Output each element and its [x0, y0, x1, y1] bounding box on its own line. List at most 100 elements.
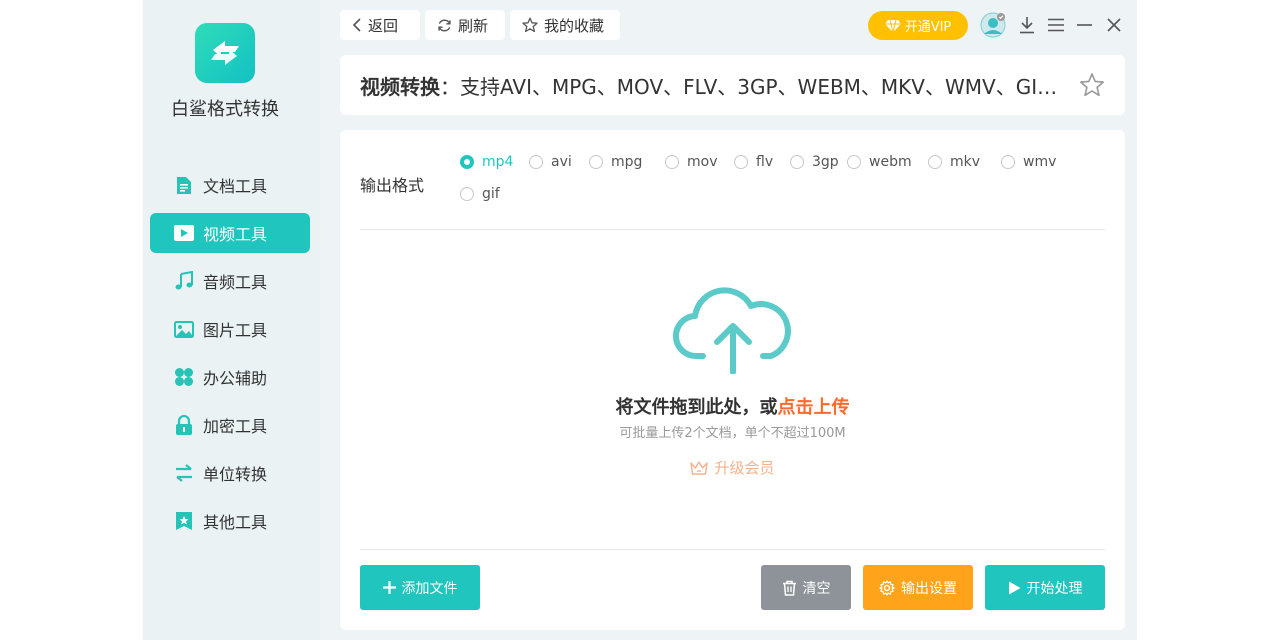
tool-description: 支持AVI、MPG、MOV、FLV、3GP、WEBM、MKV、WMV、GIF等格…	[460, 75, 1060, 99]
radio-button[interactable]	[665, 155, 679, 169]
sidebar: 白鲨格式转换 文档工具 视频工具 音频工具 图片工具 办公辅助 加密工具 单位转…	[143, 0, 320, 640]
play-icon	[1008, 581, 1020, 594]
add-file-label: 添加文件	[401, 580, 458, 597]
video-icon	[174, 223, 194, 243]
sidebar-item-images[interactable]: 图片工具	[150, 309, 310, 349]
avatar[interactable]	[980, 12, 1006, 38]
favorite-toggle[interactable]	[1079, 72, 1105, 102]
vip-label: 开通VIP	[904, 20, 952, 35]
upload-prompt-text: 将文件拖到此处，或	[615, 397, 778, 418]
sidebar-item-video[interactable]: 视频工具	[150, 213, 310, 253]
format-option-label: mpg	[611, 154, 643, 170]
sidebar-nav: 文档工具 视频工具 音频工具 图片工具 办公辅助 加密工具 单位转换 其他工具	[150, 165, 310, 549]
crown-icon	[690, 460, 709, 475]
plus-icon	[382, 581, 396, 594]
title-colon: ：	[440, 75, 460, 99]
close-icon	[1107, 18, 1121, 32]
radio-button[interactable]	[1001, 155, 1015, 169]
page-title: 视频转换：支持AVI、MPG、MOV、FLV、3GP、WEBM、MKV、WMV、…	[360, 71, 1060, 100]
add-file-button[interactable]: 添加文件	[360, 565, 480, 610]
start-label: 开始处理	[1026, 580, 1083, 597]
format-option-label: flv	[756, 154, 774, 170]
favorites-label: 我的收藏	[544, 16, 605, 35]
avatar-icon	[980, 12, 1006, 38]
start-button[interactable]: 开始处理	[985, 565, 1105, 610]
close-button[interactable]	[1104, 15, 1124, 35]
sidebar-item-label: 视频工具	[203, 225, 268, 244]
menu-button[interactable]	[1046, 15, 1066, 35]
format-option-label: avi	[551, 154, 572, 170]
radio-button[interactable]	[734, 155, 748, 169]
output-settings-label: 输出设置	[901, 580, 957, 597]
sidebar-item-label: 音频工具	[203, 273, 268, 292]
sidebar-item-audio[interactable]: 音频工具	[150, 261, 310, 301]
vip-button[interactable]: 开通VIP	[868, 11, 968, 40]
app-logo	[195, 23, 255, 83]
format-option-label: mov	[687, 154, 718, 170]
sidebar-item-office[interactable]: 办公辅助	[150, 357, 310, 397]
download-icon	[1020, 17, 1034, 34]
radio-button[interactable]	[460, 187, 474, 201]
divider	[360, 549, 1105, 550]
format-option-label: wmv	[1023, 154, 1057, 170]
minimize-icon	[1077, 24, 1092, 26]
app-name: 白鲨格式转换	[171, 99, 279, 120]
minimize-button[interactable]	[1075, 15, 1095, 35]
divider	[360, 229, 1105, 230]
refresh-button[interactable]: 刷新	[425, 10, 505, 40]
diamond-icon	[884, 19, 901, 32]
radio-button[interactable]	[589, 155, 603, 169]
back-label: 返回	[368, 16, 399, 35]
format-option-mpg[interactable]: mpg	[589, 154, 642, 170]
format-option-gif[interactable]: gif	[460, 186, 500, 202]
refresh-icon	[438, 19, 451, 31]
menu-icon	[1048, 18, 1064, 32]
bookmark-star-icon	[174, 511, 194, 531]
sidebar-item-encryption[interactable]: 加密工具	[150, 405, 310, 445]
format-option-wmv[interactable]: wmv	[1001, 154, 1056, 170]
output-settings-button[interactable]: 输出设置	[863, 565, 973, 610]
sidebar-item-label: 图片工具	[203, 321, 268, 340]
image-icon	[174, 319, 194, 339]
format-option-flv[interactable]: flv	[734, 154, 773, 170]
output-format-label: 输出格式	[360, 176, 425, 195]
upload-area[interactable]	[672, 282, 793, 378]
format-option-webm[interactable]: webm	[847, 154, 912, 170]
format-option-3gp[interactable]: 3gp	[790, 154, 839, 170]
sidebar-item-units[interactable]: 单位转换	[150, 453, 310, 493]
download-button[interactable]	[1017, 15, 1037, 35]
format-option-mov[interactable]: mov	[665, 154, 718, 170]
clear-label: 清空	[802, 580, 831, 597]
cloud-upload-icon	[672, 287, 791, 375]
radio-button[interactable]	[928, 155, 942, 169]
click-upload-link[interactable]: 点击上传	[778, 397, 850, 418]
format-option-mp4[interactable]: mp4	[460, 154, 513, 170]
upload-hint: 可批量上传2个文档，单个不超过100M	[619, 426, 846, 441]
back-button[interactable]: 返回	[340, 10, 420, 40]
music-icon	[174, 271, 194, 291]
format-option-avi[interactable]: avi	[529, 154, 572, 170]
upgrade-member-link[interactable]: 升级会员	[340, 457, 1125, 478]
sidebar-item-label: 办公辅助	[203, 369, 268, 388]
sidebar-item-other[interactable]: 其他工具	[150, 501, 310, 541]
format-option-label: mp4	[482, 154, 514, 170]
lock-icon	[174, 415, 194, 435]
sidebar-item-label: 单位转换	[203, 465, 268, 484]
clear-button[interactable]: 清空	[761, 565, 851, 610]
sidebar-item-documents[interactable]: 文档工具	[150, 165, 310, 205]
format-option-mkv[interactable]: mkv	[928, 154, 980, 170]
sidebar-item-label: 其他工具	[203, 513, 268, 532]
favorites-button[interactable]: 我的收藏	[510, 10, 620, 40]
swap-icon	[174, 463, 194, 483]
radio-button[interactable]	[460, 155, 474, 169]
radio-button[interactable]	[790, 155, 804, 169]
main-panel: 输出格式 mp4 avi mpg mov flv 3gp webm mkv wmv gif 将文件…	[340, 130, 1125, 630]
radio-button[interactable]	[529, 155, 543, 169]
topbar: 返回 刷新 我的收藏 开通VIP	[340, 10, 1137, 40]
upgrade-label: 升级会员	[714, 459, 775, 477]
clover-icon	[174, 367, 194, 387]
tool-title: 视频转换	[360, 75, 440, 99]
format-option-label: webm	[869, 154, 912, 170]
app-window: 白鲨格式转换 文档工具 视频工具 音频工具 图片工具 办公辅助 加密工具 单位转…	[143, 0, 1137, 640]
radio-button[interactable]	[847, 155, 861, 169]
